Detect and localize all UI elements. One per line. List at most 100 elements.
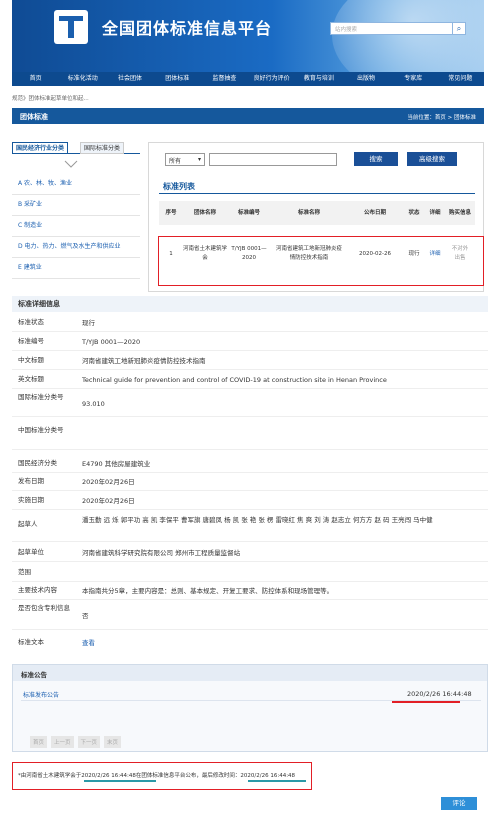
section-titlebar: 团体标准 当前位置：首页 > 团体标准 (12, 108, 484, 124)
site-logo[interactable] (54, 10, 88, 44)
detail-row: 标准状态 现行 (12, 318, 488, 332)
nav-item[interactable]: 社会团体 (106, 72, 153, 86)
col-header: 序号 (165, 210, 177, 216)
marquee-text[interactable]: 规范》团体标准起草单位和起... (12, 94, 89, 102)
detail-key: 实施日期 (18, 496, 44, 504)
highlight-box (158, 236, 484, 286)
detail-row: 英文标题 Technical guide for prevention and c… (12, 375, 488, 389)
section-title: 团体标准 (20, 113, 48, 121)
announcement-link[interactable]: 标准发布公告 (23, 690, 59, 699)
nav-item[interactable]: 出版物 (342, 72, 389, 86)
detail-value: E4790 其他房屋建筑业 (82, 460, 151, 468)
nav-item[interactable]: 良好行为评价 (248, 72, 295, 86)
category-item[interactable]: D 电力、热力、燃气及水生产和供应业 (12, 237, 140, 258)
list-title: 标准列表 (163, 182, 195, 191)
announcement-heading: 标准公告 (13, 665, 487, 681)
keyword-input[interactable] (209, 153, 337, 166)
detail-key: 英文标题 (18, 375, 44, 383)
detail-key: 国民经济分类 (18, 459, 57, 467)
highlight-underline (248, 780, 306, 782)
col-header: 状态 (408, 210, 420, 216)
detail-row: 是否包含专利信息否 (12, 604, 488, 630)
caret-down-icon: ▾ (197, 156, 201, 163)
detail-key: 标准文本 (18, 638, 44, 646)
category-item[interactable]: A 农、林、牧、渔业 (12, 174, 140, 195)
nav-item[interactable]: 常见问题 (437, 72, 484, 86)
publish-note: *由河南省土木建筑学会于2020/2/26 16:44:48在团体标准信息平台公… (18, 773, 296, 779)
detail-row: 起草人 潘玉勤 远 烁 郭平功 高 凯 李保平 曹军旗 唐碧凤 杨 凯 张 艳 张… (12, 514, 488, 542)
advanced-search-button[interactable]: 高级搜索 (407, 152, 457, 166)
pager: 首页 上一页 下一页 末页 (30, 736, 122, 748)
detail-value: 现行 (82, 319, 95, 327)
globe-graphic (332, 0, 484, 72)
detail-key: 起草人 (18, 520, 38, 528)
detail-value: 93.010 (82, 400, 105, 408)
pager-next[interactable]: 下一页 (77, 736, 101, 748)
detail-value: Technical guide for prevention and contr… (82, 376, 387, 384)
highlight-underline (84, 780, 156, 782)
detail-key: 国际标准分类号 (18, 393, 64, 401)
col-header: 标准编号 (237, 210, 260, 216)
detail-row: 范围 (12, 568, 488, 582)
site-search-input[interactable]: 站内搜索 (330, 22, 454, 35)
detail-row: 主要技术内容 本指南共分5章，主要内容是：总则、基本规定、开复工要求、防控体系和现… (12, 586, 488, 600)
highlight-underline (392, 701, 460, 703)
scope-select-value: 所有 (169, 158, 182, 165)
detail-heading: 标准详细信息 (12, 296, 488, 312)
col-header: 团体名称 (193, 210, 216, 216)
nav-item[interactable]: 教育与培训 (295, 72, 342, 86)
category-item[interactable]: E 建筑业 (12, 258, 140, 279)
detail-row: 中国标准分类号 (12, 426, 488, 450)
col-header: 购买信息 (448, 210, 471, 216)
comment-button[interactable]: 评论 (441, 797, 477, 810)
announcement-row: 标准发布公告 2020/2/26 16:44:48 (21, 687, 481, 701)
detail-value: 否 (82, 612, 89, 620)
detail-key: 主要技术内容 (18, 586, 57, 594)
nav-item[interactable]: 首页 (12, 72, 59, 86)
tab-ics[interactable]: 国际标准分类 (80, 142, 125, 154)
view-text-link[interactable]: 查看 (82, 638, 482, 649)
announcement-date: 2020/2/26 16:44:48 (407, 690, 472, 698)
detail-row: 实施日期 2020年02月26日 (12, 496, 488, 510)
detail-key: 是否包含专利信息 (18, 604, 70, 612)
detail-value: 河南省建筑科学研究院有限公司 郑州市工程质量监督站 (82, 549, 241, 557)
detail-value: 2020年02月26日 (82, 478, 135, 486)
detail-key: 中文标题 (18, 356, 44, 364)
detail-value: 潘玉勤 远 烁 郭平功 高 凯 李保平 曹军旗 唐碧凤 杨 凯 张 艳 张 楞 … (82, 516, 433, 524)
breadcrumb: 当前位置：首页 > 团体标准 (407, 115, 476, 121)
detail-row: 中文标题 河南省建筑工地新冠肺炎疫情防控技术指南 (12, 356, 488, 370)
tab-industry[interactable]: 国民经济行业分类 (12, 142, 69, 154)
detail-row: 标准文本 查看 (12, 638, 488, 652)
col-header: 公布日期 (363, 210, 386, 216)
detail-key: 标准编号 (18, 337, 44, 345)
detail-row: 标准编号 T/YJB 0001—2020 (12, 337, 488, 351)
nav-item[interactable]: 专家库 (390, 72, 437, 86)
category-item[interactable]: B 采矿业 (12, 195, 140, 216)
header-banner: 全国团体标准信息平台 站内搜索 ⌕ (12, 0, 484, 72)
site-title: 全国团体标准信息平台 (102, 19, 273, 38)
chevron-down-icon[interactable] (64, 157, 78, 171)
table-header: 序号 团体名称 标准编号 标准名称 公布日期 状态 详细 购买信息 (159, 201, 475, 225)
main-nav: 首页 标准化活动 社会团体 团体标准 监督抽查 良好行为评价 教育与培训 出版物… (12, 72, 484, 86)
category-list: A 农、林、牧、渔业 B 采矿业 C 制造业 D 电力、热力、燃气及水生产和供应… (12, 174, 140, 279)
detail-key: 范围 (18, 568, 31, 576)
pager-first[interactable]: 首页 (30, 736, 48, 748)
detail-row: 国民经济分类 E4790 其他房屋建筑业 (12, 459, 488, 473)
search-button[interactable]: 搜索 (354, 152, 398, 166)
nav-item[interactable]: 团体标准 (154, 72, 201, 86)
detail-row: 起草单位 河南省建筑科学研究院有限公司 郑州市工程质量监督站 (12, 548, 488, 562)
detail-row: 发布日期 2020年02月26日 (12, 477, 488, 491)
magnifier-icon[interactable]: ⌕ (452, 22, 466, 35)
detail-value: 2020年02月26日 (82, 497, 135, 505)
pager-last[interactable]: 末页 (104, 736, 122, 748)
nav-item[interactable]: 监督抽查 (201, 72, 248, 86)
scope-select[interactable]: 所有 ▾ (165, 153, 205, 166)
detail-key: 起草单位 (18, 548, 44, 556)
nav-item[interactable]: 标准化活动 (59, 72, 106, 86)
detail-value: 河南省建筑工地新冠肺炎疫情防控技术指南 (82, 357, 206, 365)
category-item[interactable]: C 制造业 (12, 216, 140, 237)
detail-key: 发布日期 (18, 477, 44, 485)
pager-prev[interactable]: 上一页 (51, 736, 74, 748)
col-header: 标准名称 (297, 210, 320, 216)
category-tabs: 国民经济行业分类 国际标准分类 (12, 142, 140, 154)
